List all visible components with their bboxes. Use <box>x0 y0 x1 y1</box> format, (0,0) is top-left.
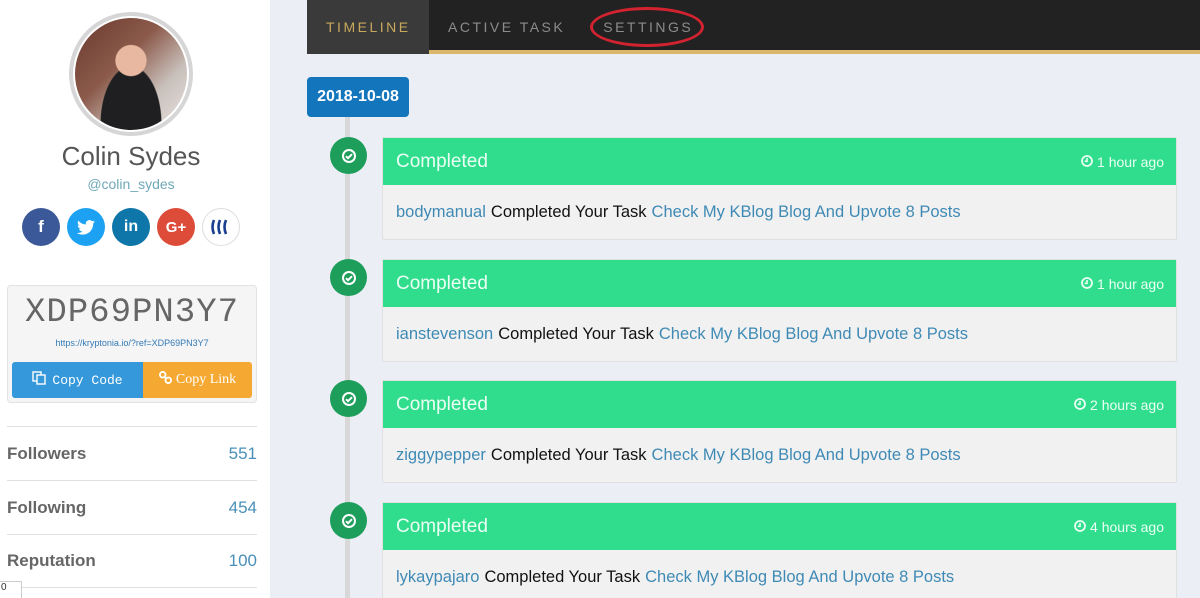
tab-settings[interactable]: SETTINGS <box>584 0 712 54</box>
stat-following[interactable]: Following 454 <box>7 480 257 534</box>
check-circle-icon <box>330 380 367 417</box>
timestamp: 2 hours ago <box>1074 397 1164 413</box>
timestamp: 4 hours ago <box>1074 519 1164 535</box>
clock-icon <box>1074 397 1086 413</box>
card-body: ziggypepper Completed Your Task Check My… <box>383 428 1176 482</box>
user-link[interactable]: ziggypepper <box>396 446 486 465</box>
action-text: Completed Your Task <box>490 445 647 464</box>
tab-timeline[interactable]: TIMELINE <box>307 0 429 54</box>
timestamp-text: 4 hours ago <box>1090 518 1164 535</box>
action-text: Completed Your Task <box>484 567 641 586</box>
stat-reputation: Reputation 100 <box>7 534 257 588</box>
timeline-card: Completed 4 hours ago lykaypajaro Comple… <box>382 502 1177 598</box>
google-plus-icon[interactable]: G+ <box>157 208 195 246</box>
referral-buttons: Copy Code Copy Link <box>12 362 252 398</box>
status-title: Completed <box>396 393 488 415</box>
action-text: Completed Your Task <box>498 324 654 343</box>
task-link[interactable]: Check My KBlog Blog And Upvote 8 Posts <box>645 568 954 587</box>
timestamp: 1 hour ago <box>1081 276 1164 292</box>
facebook-icon[interactable]: f <box>22 208 60 246</box>
timestamp: 1 hour ago <box>1081 154 1164 170</box>
status-title: Completed <box>396 515 488 537</box>
profile-name: Colin Sydes <box>61 141 201 171</box>
stat-label: Reputation <box>7 551 96 570</box>
copy-code-button[interactable]: Copy Code <box>12 362 143 398</box>
main-tabs: TIMELINE ACTIVE TASK SETTINGS <box>307 0 1200 54</box>
timeline-card: Completed 2 hours ago ziggypepper Comple… <box>382 380 1177 483</box>
stat-value: 551 <box>228 443 257 463</box>
referral-link[interactable]: https://kryptonia.io/?ref=XDP69PN3Y7 <box>8 338 256 348</box>
copy-code-label: Copy Code <box>52 372 123 388</box>
action-text: Completed Your Task <box>490 202 647 221</box>
timestamp-text: 1 hour ago <box>1097 153 1164 170</box>
referral-code: XDP69PN3Y7 <box>24 294 240 332</box>
highlight-circle-annotation <box>590 7 705 47</box>
stat-value: 100 <box>228 551 257 570</box>
card-header: Completed 1 hour ago <box>383 138 1176 185</box>
task-link[interactable]: Check My KBlog Blog And Upvote 8 Posts <box>652 203 961 222</box>
copy-link-button[interactable]: Copy Link <box>143 362 252 398</box>
linkedin-icon[interactable]: in <box>112 208 150 246</box>
card-header: Completed 2 hours ago <box>383 381 1176 428</box>
timestamp-text: 2 hours ago <box>1090 396 1164 413</box>
avatar-photo <box>75 18 187 130</box>
user-link[interactable]: bodymanual <box>396 203 486 222</box>
status-title: Completed <box>396 150 488 172</box>
timeline-card: Completed 1 hour ago bodymanual Complete… <box>382 137 1177 240</box>
user-link[interactable]: ianstevenson <box>396 325 493 344</box>
link-icon <box>158 371 172 389</box>
twitter-icon[interactable] <box>67 208 105 246</box>
copy-icon <box>32 371 47 389</box>
card-header: Completed 4 hours ago <box>383 503 1176 550</box>
user-link[interactable]: lykaypajaro <box>396 568 479 587</box>
partial-widget[interactable]: 0 <box>0 581 22 598</box>
referral-box: XDP69PN3Y7 https://kryptonia.io/?ref=XDP… <box>7 285 257 403</box>
check-circle-icon <box>330 502 367 539</box>
card-body: ianstevenson Completed Your Task Check M… <box>383 307 1176 361</box>
card-body: bodymanual Completed Your Task Check My … <box>383 185 1176 239</box>
timeline-card: Completed 1 hour ago ianstevenson Comple… <box>382 259 1177 362</box>
social-links: f in G+ <box>22 208 240 246</box>
stat-label: Followers <box>7 443 87 463</box>
stat-label: Following <box>7 497 87 517</box>
task-link[interactable]: Check My KBlog Blog And Upvote 8 Posts <box>652 446 961 465</box>
status-title: Completed <box>396 272 488 294</box>
tab-active-task[interactable]: ACTIVE TASK <box>429 0 584 54</box>
copy-link-label: Copy Link <box>175 372 237 387</box>
stat-followers[interactable]: Followers 551 <box>7 426 257 480</box>
task-link[interactable]: Check My KBlog Blog And Upvote 8 Posts <box>659 325 968 344</box>
profile-handle[interactable]: @colin_sydes <box>0 176 262 192</box>
check-circle-icon <box>330 259 367 296</box>
stat-value: 454 <box>228 497 257 517</box>
clock-icon <box>1074 519 1086 535</box>
avatar[interactable] <box>69 12 193 136</box>
clock-icon <box>1081 154 1093 170</box>
profile-sidebar: Colin Sydes @colin_sydes f in G+ XDP69PN… <box>0 0 270 598</box>
profile-stats: Followers 551 Following 454 Reputation 1… <box>7 426 257 588</box>
check-circle-icon <box>330 137 367 174</box>
steemit-icon[interactable] <box>202 208 240 246</box>
clock-icon <box>1081 276 1093 292</box>
date-badge: 2018-10-08 <box>307 77 409 117</box>
card-body: lykaypajaro Completed Your Task Check My… <box>383 550 1176 598</box>
card-header: Completed 1 hour ago <box>383 260 1176 307</box>
timestamp-text: 1 hour ago <box>1097 275 1164 292</box>
